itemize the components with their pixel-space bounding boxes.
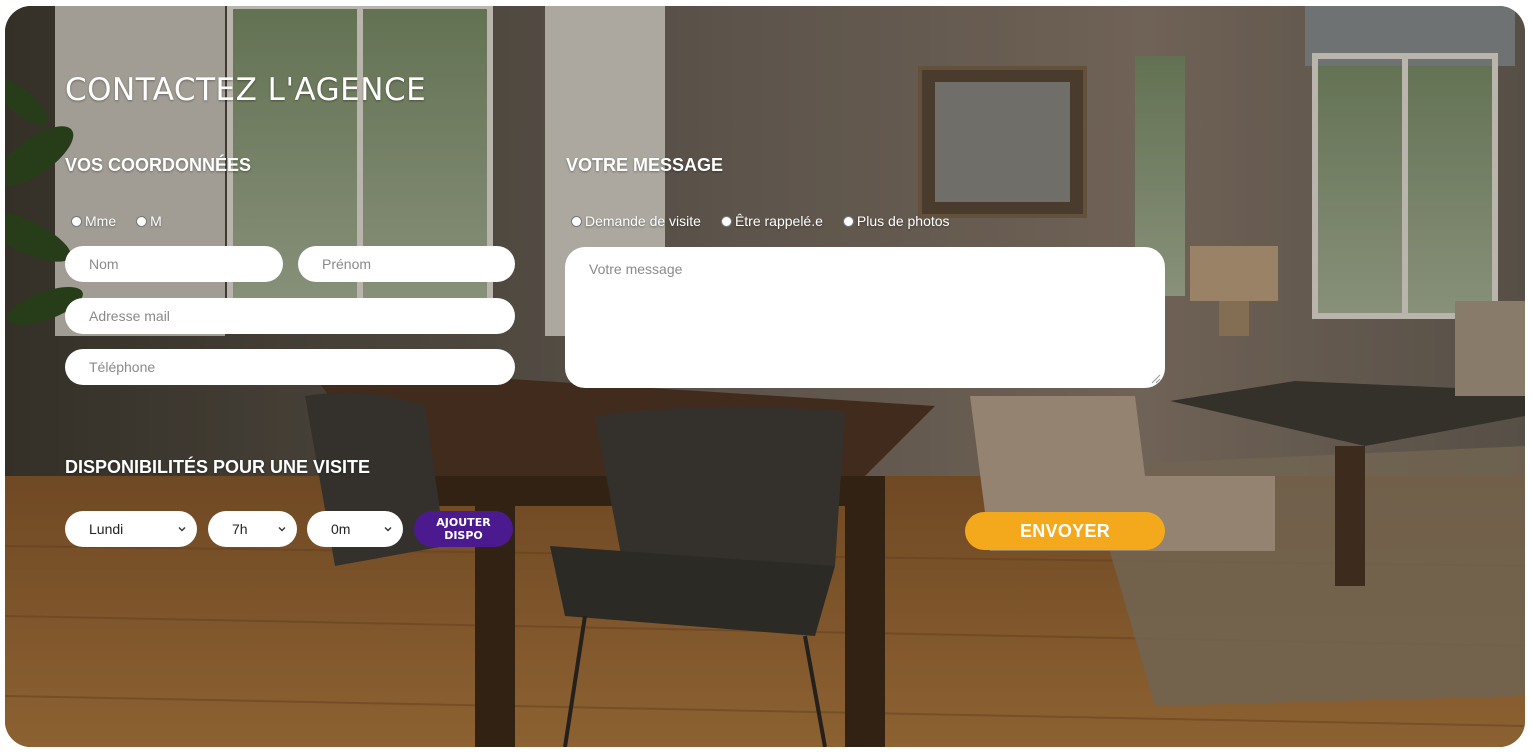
email-input[interactable]: Adresse mail — [65, 298, 515, 334]
minute-select-value: 0m — [331, 521, 351, 537]
day-select-value: Lundi — [89, 521, 124, 537]
contact-card: CONTACTEZ L'AGENCE VOS COORDONNÉES Mme M… — [5, 6, 1525, 747]
hour-select-value: 7h — [232, 521, 248, 537]
chevron-down-icon — [278, 527, 286, 532]
day-select[interactable]: Lundi — [65, 511, 197, 547]
prenom-placeholder: Prénom — [322, 256, 372, 272]
radio-button-icon[interactable] — [720, 215, 732, 227]
phone-placeholder: Téléphone — [89, 359, 156, 375]
radio-plus-photos[interactable]: Plus de photos — [842, 213, 950, 229]
coordinates-heading: VOS COORDONNÉES — [65, 155, 252, 175]
hour-select[interactable]: 7h — [208, 511, 297, 547]
email-placeholder: Adresse mail — [89, 308, 170, 324]
resize-grip-icon[interactable] — [1151, 374, 1161, 384]
add-availability-label-line1: AJOUTER — [436, 516, 491, 529]
phone-input[interactable]: Téléphone — [65, 349, 515, 385]
prenom-input[interactable]: Prénom — [298, 246, 515, 282]
radio-label-etre-rappele: Être rappelé.e — [734, 213, 823, 229]
message-heading: VOTRE MESSAGE — [566, 155, 724, 175]
radio-demande-visite[interactable]: Demande de visite — [571, 213, 701, 229]
radio-button-icon[interactable] — [136, 215, 148, 227]
send-button-label: ENVOYER — [1019, 520, 1111, 541]
availability-heading: DISPONIBILITÉS POUR UNE VISITE — [65, 457, 371, 477]
civility-radio-group: Mme M — [71, 213, 182, 229]
radio-button-icon[interactable] — [571, 215, 582, 227]
radio-m[interactable]: M — [136, 213, 162, 229]
nom-input[interactable]: Nom — [65, 246, 283, 282]
chevron-down-icon — [178, 527, 186, 532]
page-title: CONTACTEZ L'AGENCE — [65, 72, 427, 108]
radio-label-plus-photos: Plus de photos — [856, 213, 950, 229]
nom-placeholder: Nom — [89, 256, 119, 272]
radio-label-demande-visite: Demande de visite — [585, 213, 701, 229]
minute-select[interactable]: 0m — [307, 511, 403, 547]
radio-button-icon[interactable] — [71, 215, 82, 227]
radio-etre-rappele[interactable]: Être rappelé.e — [720, 213, 823, 229]
chevron-down-icon — [384, 527, 392, 532]
radio-mme[interactable]: Mme — [71, 213, 116, 229]
add-availability-button[interactable]: AJOUTER DISPO — [414, 511, 513, 547]
send-button[interactable]: ENVOYER — [965, 512, 1165, 550]
message-textarea[interactable]: Votre message — [565, 247, 1165, 388]
radio-button-icon[interactable] — [842, 215, 854, 227]
message-type-radio-group: Demande de visite Être rappelé.e Plus de… — [571, 213, 970, 229]
radio-label-m: M — [150, 213, 162, 229]
message-placeholder: Votre message — [589, 261, 683, 277]
add-availability-label-line2: DISPO — [444, 529, 483, 542]
contact-form: CONTACTEZ L'AGENCE VOS COORDONNÉES Mme M… — [5, 6, 1525, 747]
radio-label-mme: Mme — [85, 213, 117, 229]
